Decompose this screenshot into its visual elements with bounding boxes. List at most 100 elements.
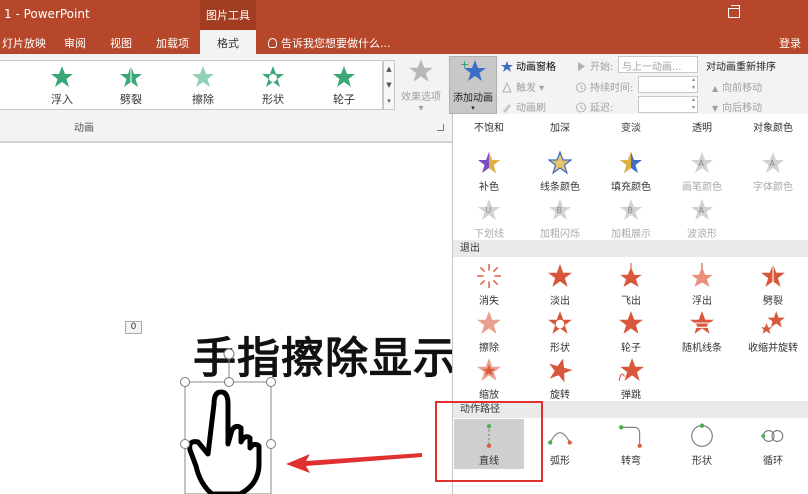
delay-label: 延迟: [590, 103, 614, 114]
effect-label: 转弯 [621, 456, 641, 467]
shrink-turn-star-icon [761, 311, 785, 334]
effect-options-star-icon [409, 59, 433, 82]
effect-bold-reveal[interactable]: B 加粗展示 [595, 198, 667, 240]
delay-spinner[interactable] [638, 96, 698, 113]
scroll-down-icon[interactable]: ▼ [384, 77, 394, 93]
effect-wipe-exit[interactable]: 擦除 [453, 310, 525, 354]
effect-fill-color[interactable]: 填充颜色 [595, 151, 667, 193]
effect-wheel-exit[interactable]: 轮子 [595, 310, 667, 354]
gallery-item-float-in[interactable]: 浮入 [32, 65, 92, 109]
add-animation-star-icon: + [460, 58, 486, 81]
tab-format[interactable]: 格式 [200, 30, 256, 54]
effect-label: 循环 [763, 456, 783, 467]
effect-shrink-turn[interactable]: 收缩并旋转 [737, 310, 808, 354]
wipe-star-icon [192, 66, 214, 87]
effect-desaturate[interactable]: 不饱和 [453, 116, 525, 134]
move-earlier-button[interactable]: ▲ 向前移动 [712, 79, 762, 94]
effect-underline[interactable]: U 下划线 [453, 198, 525, 240]
gallery-scrollbar[interactable]: ▲ ▼ ▾ [383, 60, 395, 110]
trigger-button[interactable]: 触发 ▾ [501, 79, 544, 94]
restore-icon[interactable] [728, 5, 740, 18]
path-turns[interactable]: 转弯 [595, 423, 667, 467]
effect-label: 形状 [550, 343, 570, 354]
resize-handle-icon[interactable] [224, 377, 234, 387]
bounce-exit-star-icon [618, 358, 644, 381]
animation-number-tag[interactable]: 0 [125, 321, 142, 334]
pointing-hand-icon [187, 389, 262, 494]
tab-slideshow[interactable]: 灯片放映 [2, 35, 46, 51]
trigger-label: 触发 [516, 83, 536, 94]
effect-float-out[interactable]: 浮出 [666, 263, 738, 307]
exit-category-header: 退出 [453, 240, 808, 257]
effect-random-bars[interactable]: 随机线条 [666, 310, 738, 354]
svg-text:A: A [699, 206, 705, 215]
effect-darken[interactable]: 加深 [524, 116, 596, 134]
tab-addins[interactable]: 加载项 [156, 35, 189, 51]
path-loops[interactable]: 循环 [737, 423, 808, 467]
dialog-launcher-icon[interactable] [437, 124, 444, 131]
effect-shape-exit[interactable]: 形状 [524, 310, 596, 354]
gallery-item-shape[interactable]: 形状 [243, 65, 303, 109]
font-color-star-icon: A [762, 152, 784, 173]
delay-clock-icon [576, 102, 586, 113]
add-animation-button[interactable]: + 添加动画 ▾ [449, 56, 497, 114]
effect-disappear[interactable]: 消失 [453, 263, 525, 307]
effect-zoom-exit[interactable]: 缩放 [453, 357, 525, 401]
effect-label: 弹跳 [621, 390, 641, 401]
start-combo[interactable]: 与上一动画... [618, 56, 698, 73]
effect-fade-out[interactable]: 淡出 [524, 263, 596, 307]
float-out-star-icon [691, 263, 713, 287]
login-button[interactable]: 登录 [779, 35, 801, 51]
effect-lighten[interactable]: 变淡 [595, 116, 667, 134]
resize-handle-icon[interactable] [266, 377, 276, 387]
move-later-button[interactable]: ▼ 向后移动 [712, 99, 762, 114]
effect-fly-out[interactable]: 飞出 [595, 263, 667, 307]
tab-review[interactable]: 审阅 [64, 35, 86, 51]
effect-bold-flash[interactable]: B 加粗闪烁 [524, 198, 596, 240]
effect-label: 劈裂 [763, 296, 783, 307]
gallery-item-split[interactable]: 劈裂 [101, 65, 161, 109]
animation-pane-button[interactable]: 动画窗格 [501, 58, 556, 73]
gallery-item-label: 轮子 [333, 93, 355, 106]
gallery-item-wipe[interactable]: 擦除 [173, 65, 233, 109]
rotation-handle-icon[interactable] [223, 348, 235, 360]
gallery-item-label: 形状 [262, 93, 284, 106]
path-shapes[interactable]: 形状 [666, 423, 738, 467]
effect-object-color[interactable]: 对象颜色 [737, 116, 808, 134]
gallery-item-label: 浮入 [51, 93, 73, 106]
gallery-more-icon[interactable]: ▾ [384, 93, 394, 109]
annotation-arrow-icon [286, 453, 422, 473]
animation-pane-label: 动画窗格 [516, 62, 556, 73]
effect-options-button[interactable]: 效果选项 ▾ [398, 58, 444, 114]
resize-handle-icon[interactable] [266, 439, 276, 449]
hand-picture[interactable] [178, 344, 278, 494]
add-animation-label: 添加动画 [453, 93, 493, 104]
resize-handle-icon[interactable] [180, 439, 190, 449]
effect-label: 对象颜色 [753, 123, 793, 134]
effect-spin-exit[interactable]: 旋转 [524, 357, 596, 401]
gallery-item-label: 劈裂 [120, 93, 142, 106]
effect-wave[interactable]: A 波浪形 [666, 198, 738, 240]
effect-bounce-exit[interactable]: 弹跳 [595, 357, 667, 401]
split-exit-star-icon [761, 264, 785, 287]
tab-view[interactable]: 视图 [110, 35, 132, 51]
animation-painter-button[interactable]: 动画刷 [501, 99, 546, 114]
effect-label: 下划线 [474, 229, 504, 240]
effect-label: 补色 [479, 182, 499, 193]
effect-font-color[interactable]: A 字体颜色 [737, 151, 808, 193]
effect-line-color[interactable]: 线条颜色 [524, 151, 596, 193]
effect-split-exit[interactable]: 劈裂 [737, 263, 808, 307]
scroll-up-icon[interactable]: ▲ [384, 61, 394, 77]
random-bars-star-icon [690, 311, 714, 334]
effect-complementary-color[interactable]: 补色 [453, 151, 525, 193]
fade-out-star-icon [548, 264, 572, 287]
bold-flash-star-icon: B [549, 199, 571, 220]
animation-gallery: 浮入 劈裂 擦除 形状 轮子 [0, 60, 383, 110]
gallery-item-wheel[interactable]: 轮子 [314, 65, 374, 109]
duration-spinner[interactable] [638, 76, 698, 93]
tell-me-box[interactable]: 告诉我您想要做什么... [268, 35, 391, 51]
shape-exit-star-icon [548, 311, 572, 334]
effect-transparency[interactable]: 透明 [666, 116, 738, 134]
resize-handle-icon[interactable] [180, 377, 190, 387]
effect-brush-color[interactable]: A 画笔颜色 [666, 151, 738, 193]
